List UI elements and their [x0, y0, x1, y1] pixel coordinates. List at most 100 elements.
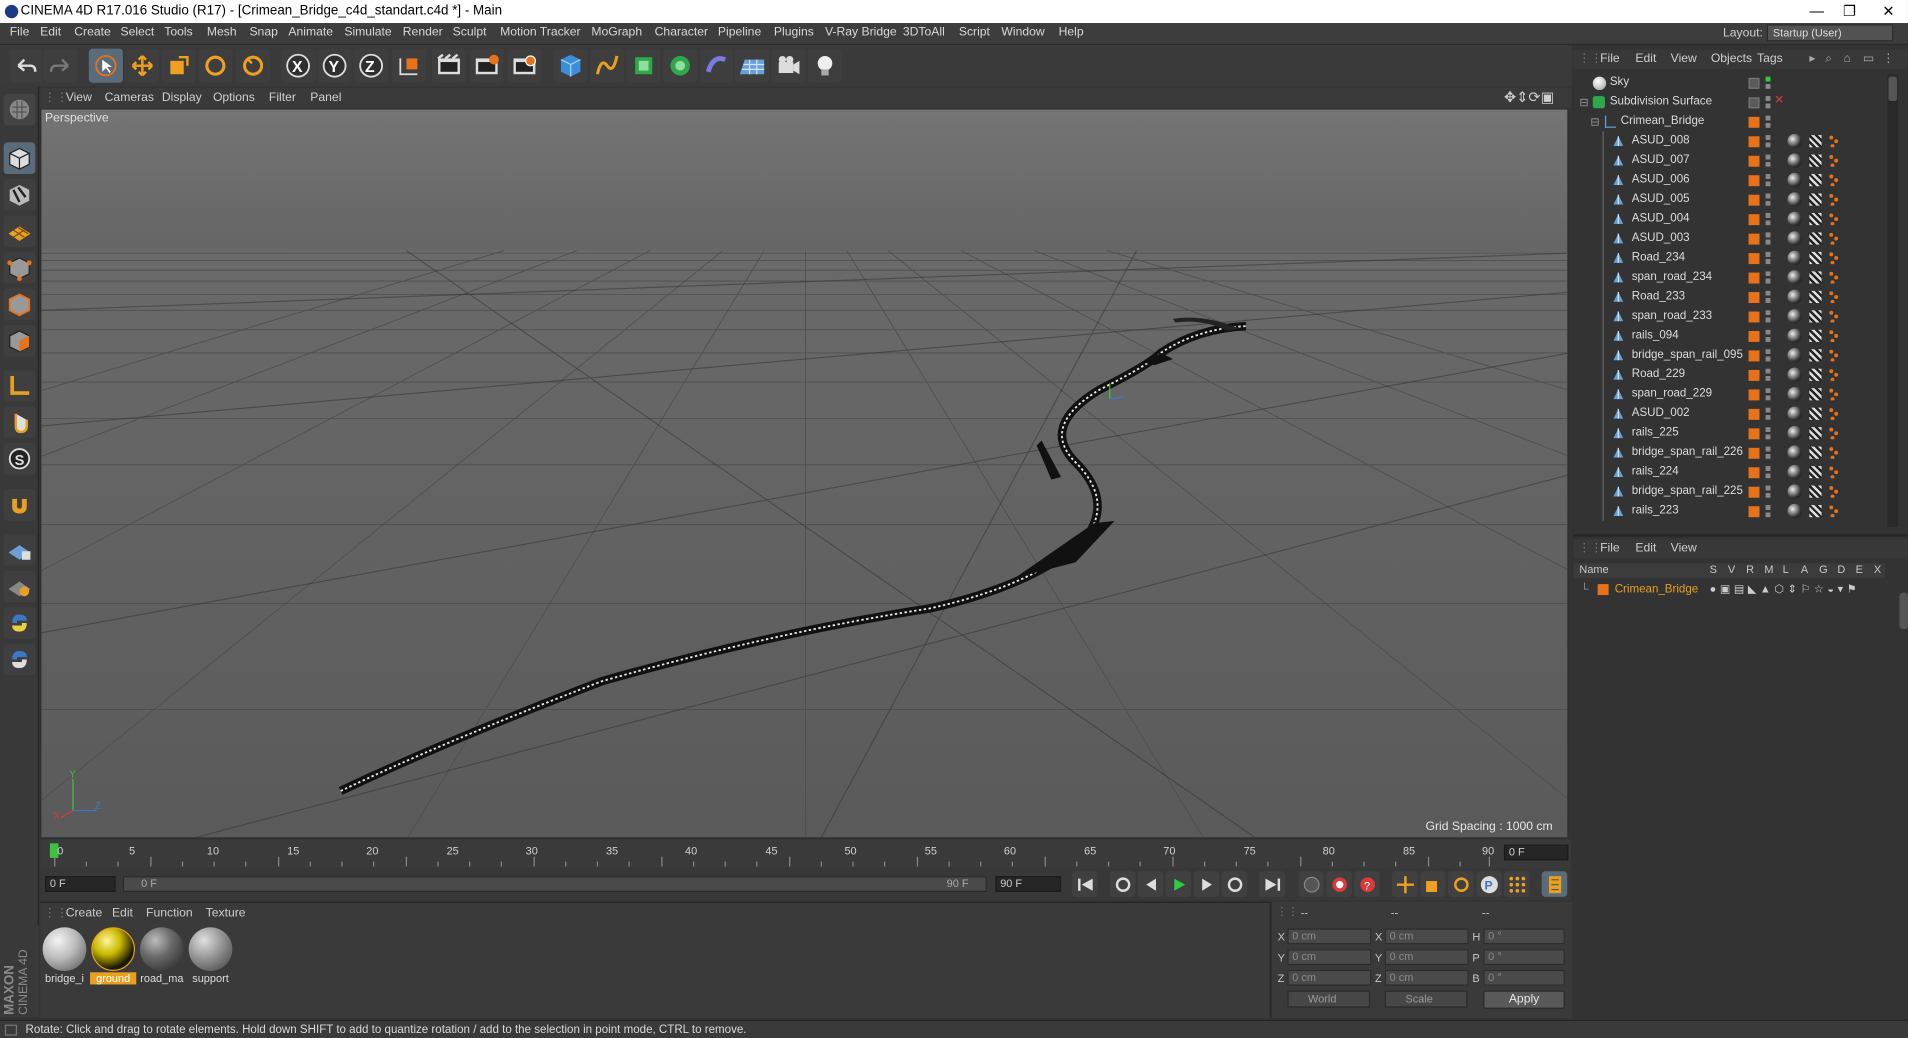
add-deformer-button[interactable]: [699, 48, 734, 83]
checker-tag-icon[interactable]: [1809, 310, 1822, 323]
menu-window[interactable]: Window: [1001, 26, 1044, 39]
menu-motion-tracker[interactable]: Motion Tracker: [500, 26, 580, 39]
checker-tag-icon[interactable]: [1809, 174, 1822, 187]
layer-menu-file[interactable]: File: [1600, 542, 1620, 555]
object-row-mesh[interactable]: Road_229: [1573, 365, 1885, 385]
object-row-mesh[interactable]: rails_223: [1573, 501, 1885, 521]
vertex-map-tag-icon[interactable]: [1829, 174, 1839, 187]
size-y-field[interactable]: 0 cm: [1384, 949, 1469, 966]
add-cube-button[interactable]: [553, 48, 588, 83]
side-tab[interactable]: [1899, 592, 1908, 630]
visibility-dots-icon[interactable]: [1765, 174, 1771, 187]
undo-button[interactable]: [8, 48, 43, 83]
texture-tag-icon[interactable]: [1787, 503, 1803, 519]
material-menu-texture[interactable]: Texture: [206, 907, 246, 920]
visibility-dots-icon[interactable]: [1765, 96, 1771, 109]
visibility-dots-icon[interactable]: [1765, 485, 1771, 498]
record-position-button[interactable]: [1392, 871, 1418, 897]
record-keys-button[interactable]: [1298, 871, 1324, 897]
menu-3dtoall[interactable]: 3DToAll: [903, 26, 945, 39]
checker-tag-icon[interactable]: [1809, 212, 1822, 226]
layer-row[interactable]: └ Crimean_Bridge ●▣▤◣▲⬡⇕⚐☆◒▾⚑: [1573, 580, 1885, 599]
object-row-mesh[interactable]: Road_234: [1573, 248, 1885, 268]
vertex-map-tag-icon[interactable]: [1829, 505, 1839, 518]
menu-character[interactable]: Character: [655, 26, 708, 39]
add-camera-button[interactable]: [771, 48, 806, 83]
texture-tag-icon[interactable]: [1787, 464, 1803, 480]
material-menu-function[interactable]: Function: [146, 907, 193, 920]
object-menu-view[interactable]: View: [1671, 52, 1697, 65]
menu-pipeline[interactable]: Pipeline: [718, 26, 761, 39]
record-parameter-button[interactable]: P: [1475, 871, 1502, 897]
perspective-viewport[interactable]: Y Z X Perspective Grid Spacing : 1000 cm: [40, 108, 1569, 839]
python-script-button-2[interactable]: [3, 643, 36, 676]
vertex-map-tag-icon[interactable]: [1829, 427, 1839, 440]
coordinate-system-toggle[interactable]: [391, 48, 426, 83]
next-key-button[interactable]: [1221, 871, 1248, 897]
layer-menu-view[interactable]: View: [1671, 542, 1697, 555]
visibility-dots-icon[interactable]: [1765, 290, 1771, 304]
object-row-mesh[interactable]: ASUD_002: [1573, 404, 1885, 424]
visibility-dots-icon[interactable]: [1765, 446, 1771, 459]
visibility-dots-icon[interactable]: [1765, 76, 1771, 89]
vertex-map-tag-icon[interactable]: [1829, 155, 1839, 167]
object-row-mesh[interactable]: ASUD_004: [1573, 209, 1885, 229]
visibility-dots-icon[interactable]: [1765, 349, 1771, 362]
material-swatch-selected[interactable]: ground: [90, 927, 137, 985]
vertex-map-tag-icon[interactable]: [1829, 271, 1839, 284]
object-row-mesh[interactable]: ASUD_007: [1573, 150, 1885, 171]
layer-toggle-icons[interactable]: ●▣▤◣▲⬡⇕⚐☆◒▾⚑: [1710, 583, 1861, 596]
checker-tag-icon[interactable]: [1809, 232, 1822, 245]
checker-tag-icon[interactable]: [1809, 505, 1822, 518]
texture-tag-icon[interactable]: [1787, 289, 1803, 305]
texture-tag-icon[interactable]: [1787, 386, 1803, 402]
layout-dropdown[interactable]: Startup (User): [1766, 24, 1894, 42]
visibility-dots-icon[interactable]: [1765, 115, 1771, 128]
disabled-x-icon[interactable]: ✕: [1774, 94, 1784, 107]
material-menu-edit[interactable]: Edit: [112, 907, 133, 920]
object-row-crimean-bridge[interactable]: ⊟ Crimean_Bridge: [1573, 112, 1885, 131]
vertex-map-tag-icon[interactable]: [1829, 252, 1839, 265]
visibility-dots-icon[interactable]: [1765, 251, 1771, 265]
texture-mode-button[interactable]: [3, 178, 36, 211]
add-floor-button[interactable]: [734, 48, 770, 83]
menu-mesh[interactable]: Mesh: [207, 26, 237, 39]
minimize-button[interactable]: —: [1798, 0, 1835, 23]
layer-menu-edit[interactable]: Edit: [1635, 542, 1656, 555]
checker-tag-icon[interactable]: [1809, 368, 1822, 381]
polygons-mode-button[interactable]: [3, 324, 36, 357]
tweak-mode-button[interactable]: [3, 406, 36, 439]
checker-tag-icon[interactable]: [1809, 135, 1822, 148]
visibility-dots-icon[interactable]: [1765, 368, 1771, 381]
object-menu-file[interactable]: File: [1600, 52, 1620, 65]
size-x-field[interactable]: 0 cm: [1384, 928, 1469, 945]
checker-tag-icon[interactable]: [1809, 466, 1822, 479]
rotate-tool[interactable]: [198, 48, 233, 83]
checker-tag-icon[interactable]: [1809, 290, 1822, 304]
menu-sculpt[interactable]: Sculpt: [453, 26, 487, 39]
apply-button[interactable]: Apply: [1483, 990, 1565, 1009]
play-button[interactable]: [1165, 871, 1192, 897]
menu-script[interactable]: Script: [959, 26, 990, 39]
end-frame-field[interactable]: 90 F: [995, 876, 1062, 892]
pos-z-field[interactable]: 0 cm: [1287, 969, 1372, 986]
frame-range-slider[interactable]: 0 F 90 F: [122, 876, 987, 892]
add-subdivision-button[interactable]: [626, 48, 661, 83]
next-frame-button[interactable]: [1193, 871, 1220, 897]
recent-tool[interactable]: [236, 48, 271, 83]
new-view-icon[interactable]: ▭: [1863, 52, 1875, 65]
object-row-mesh[interactable]: span_road_233: [1573, 306, 1885, 327]
texture-tag-icon[interactable]: [1787, 192, 1803, 207]
planar-workplane-button[interactable]: [3, 570, 36, 603]
redo-button[interactable]: [43, 48, 78, 83]
texture-tag-icon[interactable]: [1787, 348, 1803, 363]
y-axis-lock[interactable]: Y: [317, 48, 352, 83]
menu-mograph[interactable]: MoGraph: [591, 26, 642, 39]
visibility-dots-icon[interactable]: [1765, 427, 1771, 440]
viewport-menu-view[interactable]: View: [66, 91, 92, 104]
vertex-map-tag-icon[interactable]: [1829, 447, 1839, 459]
python-script-button[interactable]: [3, 607, 36, 639]
vertex-map-tag-icon[interactable]: [1829, 330, 1839, 342]
vertex-map-tag-icon[interactable]: [1829, 486, 1839, 498]
visibility-dots-icon[interactable]: [1765, 505, 1771, 518]
